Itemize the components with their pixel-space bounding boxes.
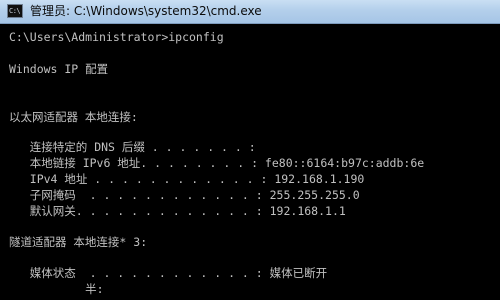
console-line-ipv4: IPv4 地址 . . . . . . . . . . . . : 192.16…	[9, 172, 365, 186]
console-line-ethernet-adapter: 以太网适配器 本地连接:	[9, 110, 138, 124]
console-line-prompt: C:\Users\Administrator>ipconfig	[9, 30, 224, 44]
cmd-console-icon[interactable]: C:\	[7, 4, 23, 18]
console-line-partial: 半:	[9, 282, 104, 296]
cmd-window: C:\ 管理员: C:\Windows\system32\cmd.exe C:\…	[0, 0, 500, 300]
console-line-tunnel-adapter: 隧道适配器 本地连接* 3:	[9, 235, 148, 249]
console-line-ip-config-header: Windows IP 配置	[9, 62, 109, 76]
console-output[interactable]: C:\Users\Administrator>ipconfig Windows …	[0, 24, 500, 300]
window-title: 管理员: C:\Windows\system32\cmd.exe	[30, 4, 262, 18]
icon-label: C:\	[9, 7, 21, 15]
console-line-ipv6: 本地链接 IPv6 地址. . . . . . . . : fe80::6164…	[9, 156, 425, 170]
console-line-subnet-mask: 子网掩码 . . . . . . . . . . . . : 255.255.2…	[9, 188, 360, 202]
console-line-dns-suffix: 连接特定的 DNS 后缀 . . . . . . . :	[9, 140, 256, 154]
console-line-default-gateway: 默认网关. . . . . . . . . . . . . : 192.168.…	[9, 204, 346, 218]
title-bar[interactable]: C:\ 管理员: C:\Windows\system32\cmd.exe	[0, 0, 500, 24]
console-line-media-state: 媒体状态 . . . . . . . . . . . . : 媒体已断开	[9, 266, 328, 280]
